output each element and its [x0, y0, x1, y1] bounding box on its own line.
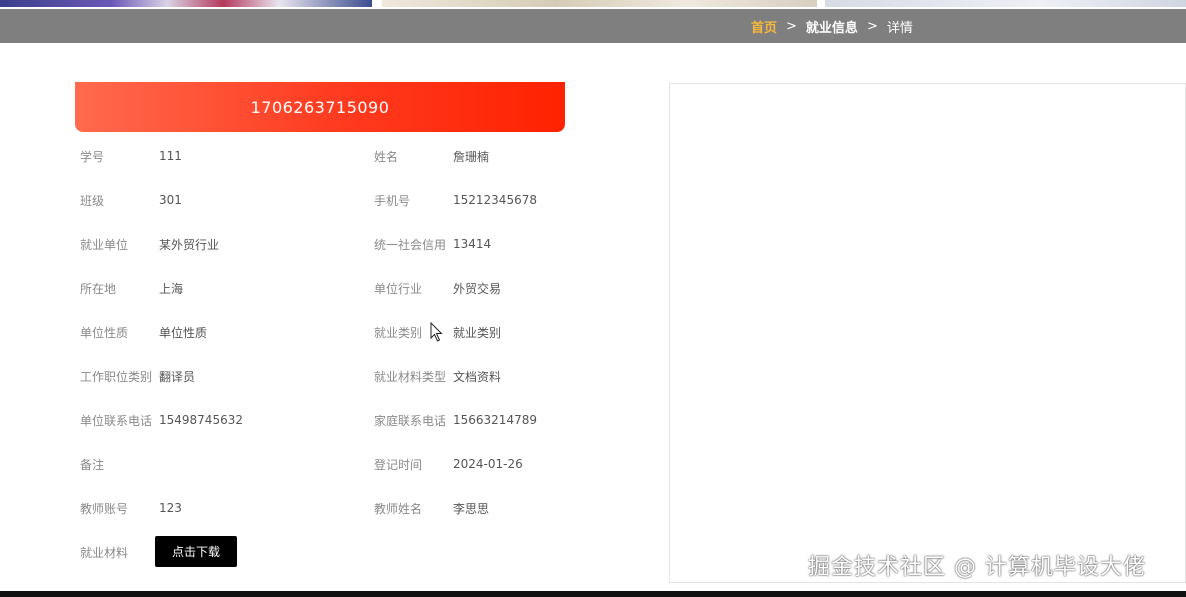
- field-value: 翻译员: [159, 369, 196, 384]
- field-job-category: 工作职位类别 翻译员: [80, 366, 195, 386]
- field-value: 111: [159, 149, 182, 163]
- field-label: 登记时间: [374, 457, 423, 472]
- field-label: 姓名: [374, 149, 399, 164]
- field-credit-code: 统一社会信用 13414: [374, 234, 491, 254]
- field-industry: 单位行业 外贸交易: [374, 278, 501, 298]
- field-teacher-name: 教师姓名 李思思: [374, 498, 489, 518]
- detail-header: 1706263715090: [75, 82, 565, 132]
- mouse-cursor-icon: [430, 322, 443, 342]
- field-label: 就业单位: [80, 237, 129, 252]
- field-register-time: 登记时间 2024-01-26: [374, 454, 523, 474]
- field-value: 13414: [453, 237, 492, 251]
- top-banner-strip: [0, 0, 1186, 9]
- field-value: 123: [159, 501, 182, 515]
- field-value: 李思思: [453, 501, 490, 516]
- field-label: 工作职位类别: [80, 369, 153, 384]
- banner-image: [825, 0, 1186, 7]
- field-value: 外贸交易: [453, 281, 502, 296]
- download-button[interactable]: 点击下载: [155, 536, 237, 567]
- field-value: 15663214789: [453, 413, 537, 427]
- field-label: 单位联系电话: [80, 413, 153, 428]
- field-value: 某外贸行业: [159, 237, 220, 252]
- field-label: 单位行业: [374, 281, 423, 296]
- field-value: 2024-01-26: [453, 457, 523, 471]
- field-location: 所在地 上海: [80, 278, 183, 298]
- field-mobile: 手机号 15212345678: [374, 190, 537, 210]
- field-home-phone: 家庭联系电话 15663214789: [374, 410, 537, 430]
- detail-title: 1706263715090: [250, 97, 390, 117]
- field-label: 学号: [80, 149, 105, 164]
- field-employment-material: 就业材料: [80, 542, 159, 562]
- field-label: 备注: [80, 457, 105, 472]
- field-label: 教师姓名: [374, 501, 423, 516]
- banner-image: [382, 0, 817, 7]
- field-label: 所在地: [80, 281, 117, 296]
- field-value: 詹珊楠: [453, 149, 490, 164]
- field-value: 单位性质: [159, 325, 208, 340]
- field-value: 文档资料: [453, 369, 502, 384]
- field-label: 单位性质: [80, 325, 129, 340]
- breadcrumb-separator: >: [866, 18, 878, 34]
- breadcrumb-section-link[interactable]: 就业信息: [806, 17, 858, 36]
- field-label: 教师账号: [80, 501, 129, 516]
- field-label: 就业材料类型: [374, 369, 447, 384]
- breadcrumb-bar: 首页 > 就业信息 > 详情: [0, 9, 1186, 43]
- field-class: 班级 301: [80, 190, 182, 210]
- field-label: 班级: [80, 193, 105, 208]
- field-employer-phone: 单位联系电话 15498745632: [80, 410, 243, 430]
- field-name: 姓名 詹珊楠: [374, 146, 489, 166]
- field-student-id: 学号 111: [80, 146, 182, 166]
- field-teacher-account: 教师账号 123: [80, 498, 182, 518]
- breadcrumb-home-link[interactable]: 首页: [751, 17, 777, 36]
- field-value: 上海: [159, 281, 184, 296]
- field-value: 15212345678: [453, 193, 537, 207]
- field-remark: 备注: [80, 454, 159, 474]
- field-value: 就业类别: [453, 325, 502, 340]
- field-label: 就业材料: [80, 545, 129, 560]
- field-label: 手机号: [374, 193, 411, 208]
- field-value: 301: [159, 193, 182, 207]
- field-label: 统一社会信用: [374, 237, 447, 252]
- bottom-bar: [0, 591, 1186, 597]
- watermark: 掘金技术社区 @ 计算机毕设大佬: [808, 555, 1146, 580]
- breadcrumb: 首页 > 就业信息 > 详情: [751, 9, 913, 43]
- breadcrumb-separator: >: [786, 18, 797, 34]
- preview-panel: [669, 83, 1186, 583]
- banner-image: [0, 0, 372, 7]
- field-employer: 就业单位 某外贸行业: [80, 234, 219, 254]
- field-value: 15498745632: [159, 413, 243, 427]
- field-employer-nature: 单位性质 单位性质: [80, 322, 207, 342]
- breadcrumb-current: 详情: [886, 20, 913, 36]
- field-material-type: 就业材料类型 文档资料: [374, 366, 501, 386]
- field-label: 家庭联系电话: [374, 413, 447, 428]
